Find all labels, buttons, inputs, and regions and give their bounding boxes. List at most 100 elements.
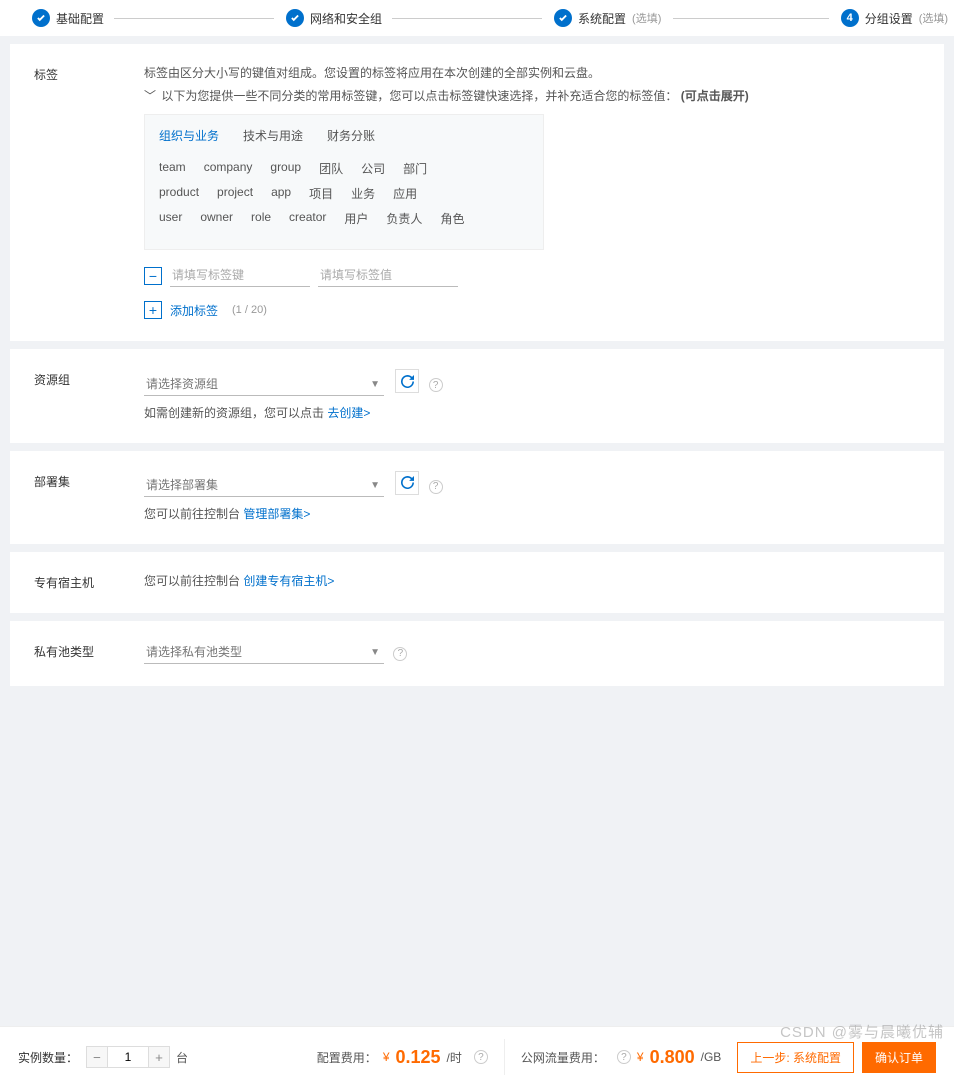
refresh-button[interactable] — [395, 471, 419, 495]
check-icon — [32, 9, 50, 27]
divider — [504, 1039, 505, 1075]
step-1[interactable]: 基础配置 — [32, 9, 286, 27]
qty-increase-button[interactable]: + — [148, 1046, 170, 1068]
tag-item[interactable]: 角色 — [440, 210, 464, 227]
help-icon[interactable]: ? — [429, 480, 443, 494]
tag-item[interactable]: 应用 — [393, 185, 417, 202]
tag-count: (1 / 20) — [232, 304, 267, 316]
tag-expand-line[interactable]: ﹀ 以下为您提供一些不同分类的常用标签键，您可以点击标签键快速选择，并补充适合您… — [144, 87, 920, 104]
refresh-icon — [401, 375, 414, 388]
tag-tab-org[interactable]: 组织与业务 — [159, 127, 219, 144]
private-pool-label: 私有池类型 — [34, 641, 144, 660]
check-icon — [286, 9, 304, 27]
tag-item[interactable]: 公司 — [361, 160, 385, 177]
tag-tab-fin[interactable]: 财务分账 — [327, 127, 375, 144]
private-pool-card: 私有池类型 ▼ ? — [10, 621, 944, 686]
deploy-set-card: 部署集 ▼ ? 您可以前往控制台 管理部署集> — [10, 451, 944, 545]
step-2[interactable]: 网络和安全组 — [286, 9, 554, 27]
step-title: 基础配置 — [56, 10, 104, 27]
resource-group-desc: 如需创建新的资源组，您可以点击 去创建> — [144, 404, 920, 421]
qty-decrease-button[interactable]: − — [86, 1046, 108, 1068]
resource-group-label: 资源组 — [34, 369, 144, 388]
back-button[interactable]: 上一步: 系统配置 — [737, 1042, 854, 1073]
tag-item[interactable]: company — [204, 160, 253, 177]
wizard-steps: 基础配置 网络和安全组 系统配置 (选填) 4 分组设置 (选填) — [0, 0, 954, 36]
add-tag-row: + 添加标签 (1 / 20) — [144, 301, 920, 319]
tag-item[interactable]: app — [271, 185, 291, 202]
fee-price: 0.125 — [396, 1047, 441, 1068]
tag-item[interactable]: 部门 — [403, 160, 427, 177]
fee-label: 配置费用： — [317, 1049, 377, 1066]
tag-list-row2: product project app 项目 业务 应用 — [159, 185, 529, 202]
tag-kv-row: − — [144, 264, 920, 287]
qty-unit: 台 — [176, 1049, 188, 1066]
tag-item[interactable]: 用户 — [344, 210, 368, 227]
help-icon[interactable]: ? — [429, 378, 443, 392]
qty-label: 实例数量： — [18, 1049, 78, 1066]
expand-text: 以下为您提供一些不同分类的常用标签键，您可以点击标签键快速选择，并补充适合您的标… — [161, 89, 677, 103]
step-line — [673, 18, 828, 19]
ddh-desc: 您可以前往控制台 创建专有宿主机> — [144, 572, 920, 589]
tag-value-input[interactable] — [318, 264, 458, 287]
step-title: 网络和安全组 — [310, 10, 382, 27]
tag-key-input[interactable] — [170, 264, 310, 287]
tag-item[interactable]: group — [270, 160, 301, 177]
step-number-icon: 4 — [841, 9, 859, 27]
ddh-label: 专有宿主机 — [34, 572, 144, 591]
tag-card: 标签 标签由区分大小写的键值对组成。您设置的标签将应用在本次创建的全部实例和云盘… — [10, 44, 944, 341]
resource-group-card: 资源组 ▼ ? 如需创建新的资源组，您可以点击 去创建> — [10, 349, 944, 443]
deploy-set-label: 部署集 — [34, 471, 144, 490]
tag-item[interactable]: user — [159, 210, 182, 227]
deploy-set-select[interactable] — [144, 474, 384, 497]
tag-item[interactable]: team — [159, 160, 186, 177]
step-title: 系统配置 — [578, 10, 626, 27]
step-line — [114, 18, 274, 19]
step-optional: (选填) — [919, 10, 948, 26]
quantity-stepper: − + — [86, 1046, 170, 1068]
tag-desc: 标签由区分大小写的键值对组成。您设置的标签将应用在本次创建的全部实例和云盘。 — [144, 64, 920, 83]
create-ddh-link[interactable]: 创建专有宿主机> — [243, 574, 334, 588]
resource-group-select[interactable] — [144, 373, 384, 396]
step-title: 分组设置 — [865, 10, 913, 27]
chevron-down-icon: ﹀ — [144, 89, 156, 103]
tag-item[interactable]: 项目 — [309, 185, 333, 202]
qty-input[interactable] — [108, 1046, 148, 1068]
tag-item[interactable]: 负责人 — [386, 210, 422, 227]
footer-bar: CSDN @雾与晨曦优辅 实例数量： − + 台 配置费用： ¥ 0.125 /… — [0, 1026, 954, 1087]
next-button[interactable]: 确认订单 — [862, 1042, 936, 1073]
tag-suggestion-box: 组织与业务 技术与用途 财务分账 team company group 团队 公… — [144, 114, 544, 250]
step-3[interactable]: 系统配置 (选填) — [554, 9, 841, 27]
tag-item[interactable]: project — [217, 185, 253, 202]
price-block: 配置费用： ¥ 0.125 /时 ? — [317, 1047, 488, 1068]
remove-tag-button[interactable]: − — [144, 267, 162, 285]
help-icon[interactable]: ? — [474, 1050, 488, 1064]
tag-tabs: 组织与业务 技术与用途 财务分账 — [159, 127, 529, 150]
manage-deploy-set-link[interactable]: 管理部署集> — [243, 507, 310, 521]
tag-item[interactable]: product — [159, 185, 199, 202]
deploy-set-desc: 您可以前往控制台 管理部署集> — [144, 505, 920, 522]
add-tag-link[interactable]: 添加标签 — [170, 302, 218, 319]
step-4[interactable]: 4 分组设置 (选填) — [841, 9, 954, 27]
refresh-button[interactable] — [395, 369, 419, 393]
help-icon[interactable]: ? — [393, 647, 407, 661]
tag-label: 标签 — [34, 64, 144, 83]
refresh-icon — [401, 476, 414, 489]
net-label: 公网流量费用： — [521, 1049, 605, 1066]
check-icon — [554, 9, 572, 27]
fee-currency: ¥ — [383, 1050, 390, 1064]
create-resource-group-link[interactable]: 去创建> — [327, 406, 370, 420]
tag-item[interactable]: creator — [289, 210, 326, 227]
tag-item[interactable]: 团队 — [319, 160, 343, 177]
net-per: /GB — [701, 1050, 722, 1064]
tag-list-row3: user owner role creator 用户 负责人 角色 — [159, 210, 529, 227]
add-tag-button[interactable]: + — [144, 301, 162, 319]
ddh-card: 专有宿主机 您可以前往控制台 创建专有宿主机> — [10, 552, 944, 613]
tag-item[interactable]: owner — [200, 210, 233, 227]
step-optional: (选填) — [632, 10, 661, 26]
help-icon[interactable]: ? — [617, 1050, 631, 1064]
tag-item[interactable]: 业务 — [351, 185, 375, 202]
tag-list-row1: team company group 团队 公司 部门 — [159, 160, 529, 177]
private-pool-select[interactable] — [144, 641, 384, 664]
tag-item[interactable]: role — [251, 210, 271, 227]
tag-tab-tech[interactable]: 技术与用途 — [243, 127, 303, 144]
